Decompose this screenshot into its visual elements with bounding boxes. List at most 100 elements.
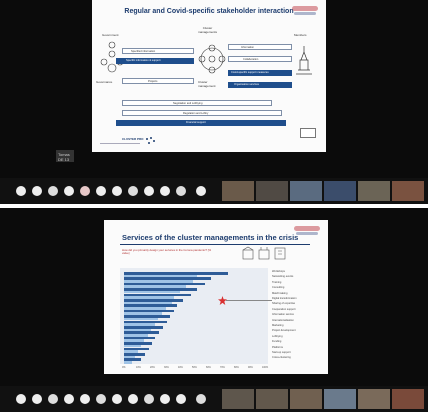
app-icon-4[interactable] bbox=[64, 394, 74, 404]
app-icon-6[interactable] bbox=[96, 394, 106, 404]
x-tick-label: 50% bbox=[192, 366, 197, 369]
chart-subtitle: How did you primarily design your servic… bbox=[122, 248, 212, 256]
x-tick-label: 30% bbox=[164, 366, 169, 369]
government-ring-label: Governance bbox=[96, 80, 113, 84]
app-icon-1[interactable] bbox=[16, 186, 26, 196]
category-label: Sharing of expertise bbox=[272, 302, 296, 306]
participant-video-3[interactable] bbox=[290, 389, 322, 409]
app-icon-9[interactable] bbox=[144, 394, 154, 404]
x-tick-label: 0% bbox=[122, 366, 126, 369]
taskbar-2 bbox=[0, 386, 428, 412]
x-tick-label: 100% bbox=[262, 366, 269, 369]
category-label: Networking events bbox=[272, 275, 294, 279]
participant-video-2[interactable] bbox=[256, 181, 288, 201]
arrow-specified-info: Specified information bbox=[122, 48, 194, 54]
arrow-negotiation: Negotiation and Lobbying bbox=[122, 100, 272, 106]
app-icon-12[interactable] bbox=[196, 394, 206, 404]
participant-video-6[interactable] bbox=[392, 389, 424, 409]
participant-video-4[interactable] bbox=[324, 181, 356, 201]
slide-nav-box[interactable] bbox=[300, 128, 316, 138]
x-tick-label: 20% bbox=[150, 366, 155, 369]
office-icon bbox=[274, 247, 286, 260]
footer-divider bbox=[100, 143, 140, 144]
app-icon-8[interactable] bbox=[128, 186, 138, 196]
arrow-collaboration: Collaboration bbox=[228, 56, 292, 62]
members-chess-icon bbox=[296, 46, 312, 75]
participant-video-4[interactable] bbox=[324, 389, 356, 409]
participant-video-5[interactable] bbox=[358, 389, 390, 409]
video-call-capture-2: Services of the cluster managements in t… bbox=[0, 208, 428, 412]
app-icon-10[interactable] bbox=[160, 394, 170, 404]
category-label: Information service bbox=[272, 313, 294, 317]
app-icon-6[interactable] bbox=[96, 186, 106, 196]
arrow-regulation: Regulation and Lobby bbox=[122, 110, 282, 116]
project-logo bbox=[294, 226, 320, 236]
app-icon-5[interactable] bbox=[80, 186, 90, 196]
app-icon-11[interactable] bbox=[176, 394, 186, 404]
app-icon-3[interactable] bbox=[48, 186, 58, 196]
category-label: Training bbox=[272, 280, 282, 284]
col-government: Government bbox=[102, 33, 119, 37]
app-icon-9[interactable] bbox=[144, 186, 154, 196]
category-label: Marketing bbox=[272, 324, 284, 327]
bar-chart-area bbox=[120, 268, 272, 364]
arrow-covid-support: Covid-specific support measures bbox=[228, 70, 292, 76]
video-call-capture-1: Regular and Covid-specific stakeholder i… bbox=[0, 0, 428, 204]
app-icon-2[interactable] bbox=[32, 186, 42, 196]
category-label: Internationalisation bbox=[272, 318, 294, 322]
app-icon-1[interactable] bbox=[16, 394, 26, 404]
slide-title: Regular and Covid-specific stakeholder i… bbox=[124, 8, 294, 15]
app-icon-7[interactable] bbox=[112, 186, 122, 196]
x-tick-label: 40% bbox=[178, 366, 183, 369]
x-tick-label: 80% bbox=[234, 366, 239, 369]
participant-video-1[interactable] bbox=[222, 181, 254, 201]
shared-slide-services: Services of the cluster managements in t… bbox=[104, 220, 328, 374]
bar-secondary bbox=[124, 361, 133, 364]
app-icon-12[interactable] bbox=[196, 186, 206, 196]
callout-line bbox=[226, 300, 272, 301]
participant-video-2[interactable] bbox=[256, 389, 288, 409]
speaker-tile[interactable]: Tomas DE 13 bbox=[56, 150, 74, 162]
app-icon-5[interactable] bbox=[80, 394, 90, 404]
category-label: Funding bbox=[272, 340, 282, 344]
x-tick-label: 10% bbox=[136, 366, 141, 369]
category-label: Consulting bbox=[272, 286, 285, 290]
footer-stars-icon bbox=[146, 137, 155, 144]
category-label: Digital transformation bbox=[272, 297, 297, 300]
taskbar-1 bbox=[0, 178, 428, 204]
category-label: Matchmaking bbox=[272, 291, 288, 295]
cluster-ring-label: Cluster management bbox=[198, 80, 216, 88]
title-underline bbox=[120, 244, 310, 245]
factory-icon bbox=[258, 247, 270, 260]
col-members: Members bbox=[294, 33, 307, 37]
participant-video-5[interactable] bbox=[358, 181, 390, 201]
participant-id: DE 13 bbox=[58, 157, 70, 162]
col-cluster-managements: Cluster managements bbox=[198, 26, 218, 34]
category-label: Workshops bbox=[272, 270, 285, 273]
arrow-org-services: Organisation services bbox=[228, 82, 292, 88]
participant-video-6[interactable] bbox=[392, 181, 424, 201]
participant-video-3[interactable] bbox=[290, 181, 322, 201]
building-icon bbox=[242, 246, 254, 260]
arrow-projects: Projects bbox=[122, 78, 194, 84]
app-icon-4[interactable] bbox=[64, 186, 74, 196]
arrow-information: Information bbox=[228, 44, 292, 50]
app-icon-11[interactable] bbox=[176, 186, 186, 196]
arrow-specific-support: Specific information & support bbox=[116, 58, 194, 64]
app-icon-8[interactable] bbox=[128, 394, 138, 404]
app-icon-7[interactable] bbox=[112, 394, 122, 404]
project-logo bbox=[292, 6, 318, 16]
cluster-network-icon bbox=[198, 44, 226, 74]
app-icon-10[interactable] bbox=[160, 186, 170, 196]
app-icon-3[interactable] bbox=[48, 394, 58, 404]
category-label: Platforms bbox=[272, 345, 283, 349]
highlight-star-icon bbox=[218, 296, 227, 305]
participant-video-1[interactable] bbox=[222, 389, 254, 409]
category-label: Cooperation support bbox=[272, 307, 296, 311]
x-tick-label: 90% bbox=[248, 366, 253, 369]
app-icon-2[interactable] bbox=[32, 394, 42, 404]
category-label: Start-up support bbox=[272, 351, 291, 354]
arrow-financial: Financial support bbox=[116, 120, 286, 126]
x-tick-label: 60% bbox=[206, 366, 211, 369]
category-label: Cross-clustering bbox=[272, 356, 291, 360]
